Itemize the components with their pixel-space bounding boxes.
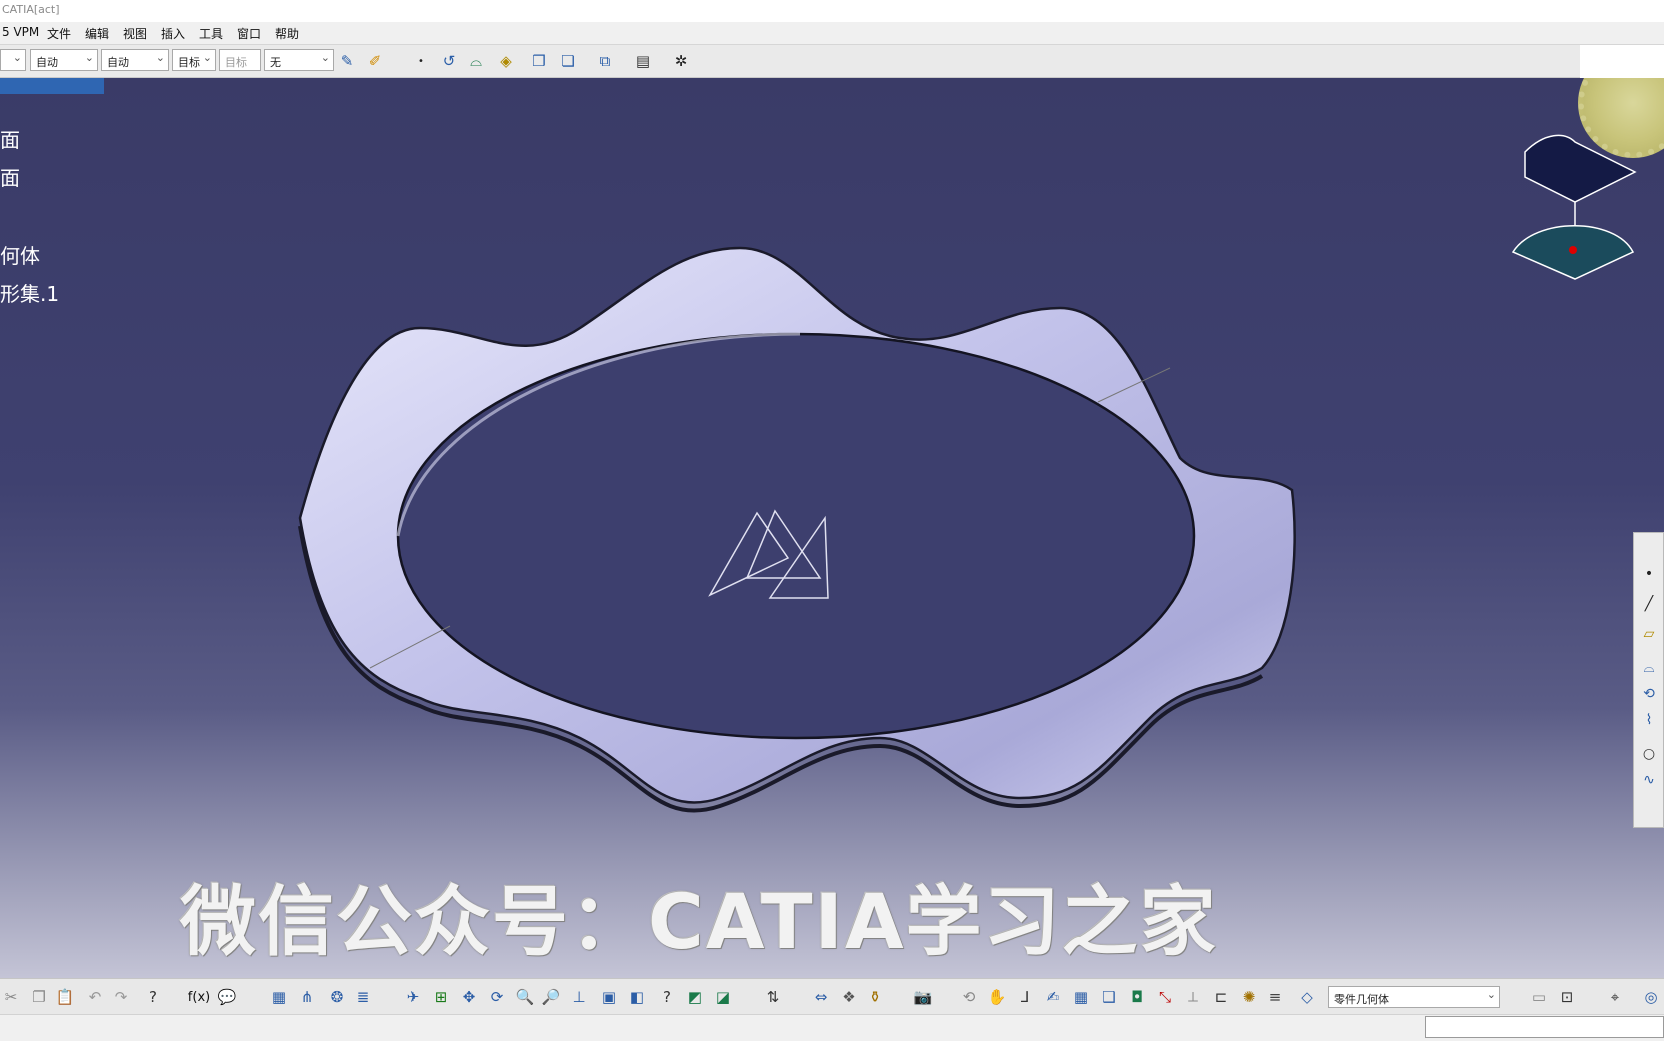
sketcher-icon[interactable]: ✍: [1042, 986, 1064, 1008]
spline-icon[interactable]: ∿: [1638, 769, 1660, 791]
iso-view-icon[interactable]: ◧: [626, 986, 648, 1008]
zoom-in-icon[interactable]: 🔍: [514, 986, 536, 1008]
panel-icon[interactable]: ▭: [1528, 986, 1550, 1008]
constraint-icon[interactable]: ⟂: [1182, 986, 1204, 1008]
paste-icon[interactable]: 📋: [54, 986, 76, 1008]
camera-icon[interactable]: 📷: [912, 986, 934, 1008]
spline-icon[interactable]: ↺: [438, 50, 460, 72]
catalog-icon[interactable]: ❂: [326, 986, 348, 1008]
multi-view-icon[interactable]: ▣: [598, 986, 620, 1008]
menu-help[interactable]: 帮助: [275, 25, 299, 42]
combo-auto-2[interactable]: 自动 ⌄: [101, 49, 169, 71]
layer-properties-icon[interactable]: ❖: [838, 986, 860, 1008]
chevron-down-icon: ⌄: [320, 51, 330, 64]
command-input[interactable]: [1425, 1016, 1664, 1038]
normal-view-icon[interactable]: ⊥: [568, 986, 590, 1008]
menu-bar: 5 VPM 文件 编辑 视图 插入 工具 窗口 帮助: [0, 22, 1664, 45]
menu-view[interactable]: 视图: [123, 25, 147, 42]
whats-this-icon[interactable]: ?: [142, 986, 164, 1008]
status-bar: [0, 1014, 1664, 1041]
cut-icon[interactable]: ✂: [0, 986, 22, 1008]
help-view-icon[interactable]: ?: [656, 986, 678, 1008]
sweep-icon[interactable]: ⌇: [1638, 709, 1660, 731]
extrude-icon[interactable]: ⌓: [1638, 657, 1660, 679]
menu-file[interactable]: 文件: [47, 25, 71, 42]
painter-icon[interactable]: ✐: [364, 50, 386, 72]
fit-all-icon[interactable]: ⊞: [430, 986, 452, 1008]
bottom-toolbar: ✂ ❐ 📋 ↶ ↷ ? f(x) 💬 ▦ ⋔ ❂ ≣ ✈ ⊞ ✥ ⟳ 🔍 🔎 ⊥…: [0, 978, 1664, 1015]
parameters-icon[interactable]: ≣: [352, 986, 374, 1008]
fly-icon[interactable]: ✈: [402, 986, 424, 1008]
menu-edit[interactable]: 编辑: [85, 25, 109, 42]
undo-icon[interactable]: ↶: [84, 986, 106, 1008]
menu-insert[interactable]: 插入: [161, 25, 185, 42]
analysis-icon[interactable]: ✲: [670, 50, 692, 72]
top-toolbar: ⌄ 自动 ⌄ 自动 ⌄ 目标 ⌄ 目标 无 ⌄ ✎ ✐ • ↺ ⌓ ◈ ❒ ❏ ⧉ ▤ …: [0, 45, 1580, 78]
formula-icon[interactable]: f(x): [188, 986, 210, 1008]
fill-icon[interactable]: ◈: [495, 50, 517, 72]
combo-auto-1[interactable]: 自动 ⌄: [30, 49, 98, 71]
ring-inner-opening: [396, 332, 1196, 740]
spec-tree-icon[interactable]: ⊏: [1210, 986, 1232, 1008]
layers-icon[interactable]: ⧉: [594, 50, 616, 72]
3d-viewport[interactable]: 面 面 何体 形集.1: [0, 78, 1664, 978]
title-bar: CATIA[act]: [0, 0, 1664, 23]
window-title: CATIA[act]: [2, 3, 60, 16]
body-icon[interactable]: ◇: [1296, 986, 1318, 1008]
pan-icon[interactable]: ✥: [458, 986, 480, 1008]
copy-icon[interactable]: ❐: [28, 986, 50, 1008]
right-tool-panel: • ╱ ▱ ⌓ ⟲ ⌇ ○ ∿: [1633, 532, 1664, 828]
chevron-down-icon: ⌄: [12, 51, 22, 64]
measure-icon[interactable]: ⌖: [1604, 986, 1626, 1008]
point-icon[interactable]: •: [410, 50, 432, 72]
axis-icon[interactable]: ⅃: [1014, 986, 1036, 1008]
hide-show-icon[interactable]: ⇅: [762, 986, 784, 1008]
table-icon[interactable]: ▤: [632, 50, 654, 72]
combo-none[interactable]: 无 ⌄: [264, 49, 334, 71]
window-icon[interactable]: ⊡: [1556, 986, 1578, 1008]
material-icon[interactable]: ⚱: [864, 986, 886, 1008]
chevron-down-icon: ⌄: [1486, 988, 1496, 1001]
rotate-icon[interactable]: ⟳: [486, 986, 508, 1008]
circle-icon[interactable]: ○: [1638, 743, 1660, 765]
update-icon[interactable]: ⟲: [958, 986, 980, 1008]
line-icon[interactable]: ╱: [1638, 593, 1660, 615]
combo-target-2[interactable]: 目标: [219, 49, 261, 71]
shading-edges-icon[interactable]: ◪: [712, 986, 734, 1008]
transform-icon[interactable]: ⤡: [1154, 986, 1176, 1008]
watermark-text: 微信公众号：CATIA学习之家: [180, 877, 1218, 966]
revolve-icon[interactable]: ⟲: [1638, 683, 1660, 705]
comment-icon[interactable]: 💬: [216, 986, 238, 1008]
point-icon[interactable]: •: [1638, 563, 1660, 585]
list-icon[interactable]: ≡: [1264, 986, 1286, 1008]
join-icon[interactable]: ❏: [557, 50, 579, 72]
combo-0[interactable]: ⌄: [0, 49, 26, 71]
globe-icon[interactable]: ◎: [1640, 986, 1662, 1008]
workbench-combo[interactable]: 零件几何体 ⌄: [1328, 986, 1500, 1008]
zoom-out-icon[interactable]: 🔎: [540, 986, 562, 1008]
grid-icon[interactable]: ▦: [1070, 986, 1092, 1008]
plane-icon[interactable]: ▱: [1638, 623, 1660, 645]
surface-icon[interactable]: ⌓: [465, 50, 487, 72]
table-icon[interactable]: ▦: [268, 986, 290, 1008]
menu-vpm[interactable]: 5 VPM: [2, 25, 39, 39]
box-icon[interactable]: ❑: [1098, 986, 1120, 1008]
menu-tools[interactable]: 工具: [199, 25, 223, 42]
chevron-down-icon: ⌄: [84, 51, 94, 64]
extract-icon[interactable]: ❒: [528, 50, 550, 72]
chevron-down-icon: ⌄: [202, 51, 212, 64]
combo-target-1[interactable]: 目标 ⌄: [172, 49, 216, 71]
redo-icon[interactable]: ↷: [110, 986, 132, 1008]
shading-icon[interactable]: ◩: [684, 986, 706, 1008]
cube-icon[interactable]: ◘: [1126, 986, 1148, 1008]
chevron-down-icon: ⌄: [155, 51, 165, 64]
swap-space-icon[interactable]: ⇔: [810, 986, 832, 1008]
menu-window[interactable]: 窗口: [237, 25, 261, 42]
paintbrush-icon[interactable]: ✎: [336, 50, 358, 72]
tree-icon[interactable]: ⋔: [296, 986, 318, 1008]
light-icon[interactable]: ✺: [1238, 986, 1260, 1008]
wavy-ring-model[interactable]: [0, 78, 1664, 978]
manipulate-icon[interactable]: ✋: [986, 986, 1008, 1008]
